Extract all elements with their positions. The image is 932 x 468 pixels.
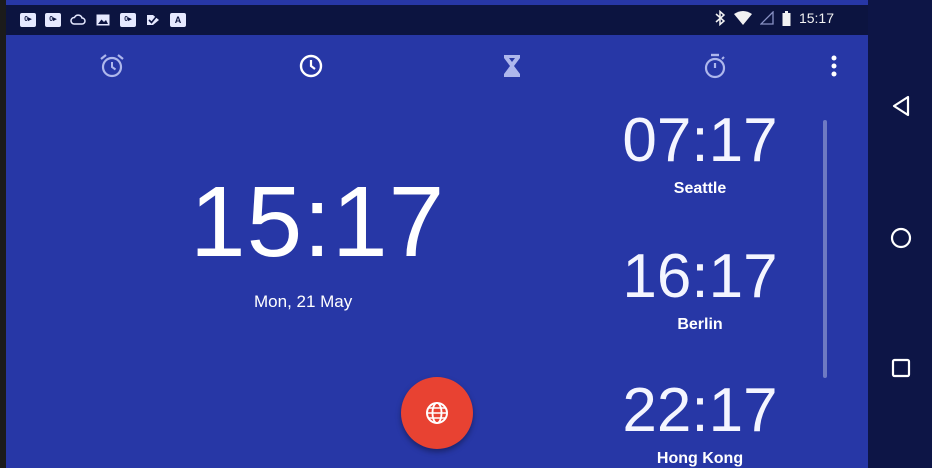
globe-icon	[426, 402, 448, 424]
nav-home-button[interactable]	[888, 225, 914, 251]
a-box-icon: A	[170, 12, 186, 28]
more-vert-icon	[831, 55, 837, 77]
system-status: 15:17	[714, 10, 834, 26]
outlook-icon: 0▸	[20, 12, 36, 28]
notification-icons: 0▸ 0▸ 0▸ A	[20, 12, 186, 28]
world-clock-item[interactable]: 07:17 Seattle	[590, 110, 810, 198]
recents-square-icon	[891, 358, 911, 378]
status-time: 15:17	[798, 10, 834, 26]
stopwatch-icon	[704, 53, 726, 79]
clock-app-screen: 0▸ 0▸ 0▸ A 15:17 15:17 Mon, 21 May 07:17…	[0, 0, 932, 468]
world-clock-time: 22:17	[622, 376, 778, 445]
alarm-icon	[100, 54, 124, 78]
world-clock-city: Seattle	[673, 180, 727, 197]
clock-icon	[299, 54, 323, 78]
main-clock-date: Mon, 21 May	[254, 292, 353, 311]
outlook-icon: 0▸	[120, 12, 136, 28]
world-clock-item[interactable]: 22:17 Hong Kong	[590, 380, 810, 468]
world-clock-item[interactable]: 16:17 Berlin	[590, 246, 810, 334]
world-clock-time: 07:17	[622, 106, 778, 175]
home-circle-icon	[890, 227, 912, 249]
image-icon	[95, 12, 111, 28]
tab-bar	[6, 35, 868, 95]
tab-stopwatch[interactable]	[698, 49, 732, 83]
world-clock-city: Hong Kong	[656, 450, 744, 467]
tab-clock[interactable]	[294, 49, 328, 83]
back-icon	[892, 95, 910, 117]
add-city-button[interactable]	[401, 377, 473, 449]
battery-icon	[782, 10, 791, 26]
nav-recents-button[interactable]	[888, 355, 914, 381]
tab-timer[interactable]	[495, 49, 529, 83]
cloud-icon	[70, 12, 86, 28]
main-clock-time: 15:17	[190, 166, 446, 278]
scrollbar[interactable]	[823, 120, 827, 378]
nav-back-button[interactable]	[888, 93, 914, 119]
world-clock-city: Berlin	[677, 316, 723, 333]
system-nav-bar	[868, 0, 932, 468]
outlook-icon: 0▸	[45, 12, 61, 28]
signal-icon	[759, 11, 774, 25]
wifi-icon	[733, 11, 752, 25]
bluetooth-icon	[715, 10, 726, 26]
status-bar: 0▸ 0▸ 0▸ A 15:17	[6, 5, 868, 35]
tab-alarm[interactable]	[95, 49, 129, 83]
hourglass-icon	[504, 55, 520, 77]
overflow-menu-button[interactable]	[824, 49, 844, 83]
check-tag-icon	[145, 12, 161, 28]
world-clock-time: 16:17	[622, 242, 778, 311]
